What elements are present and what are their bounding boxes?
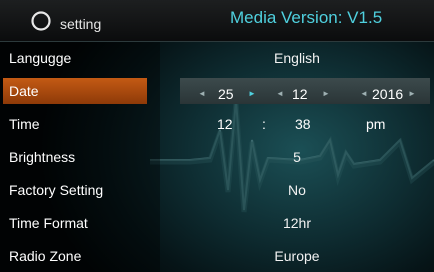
date-label: Date [9, 83, 39, 99]
settings-ring-icon [31, 11, 51, 31]
settings-screen: setting Media Version: V1.5 Langugge Eng… [0, 0, 434, 272]
month-right-arrow-icon[interactable]: ► [322, 89, 330, 98]
row-language[interactable]: Langugge English [0, 42, 434, 75]
row-time[interactable]: Time 12 : 38 pm [0, 108, 434, 141]
year-left-arrow-icon[interactable]: ◄ [360, 89, 368, 98]
time-label: Time [9, 116, 40, 132]
date-year[interactable]: 2016 [372, 86, 403, 102]
date-month[interactable]: 12 [292, 86, 308, 102]
time-hour[interactable]: 12 [217, 116, 233, 132]
row-radio-zone[interactable]: Radio Zone Europe [0, 240, 434, 272]
language-label: Langugge [9, 50, 72, 66]
time-format-value[interactable]: 12hr [160, 215, 434, 231]
row-time-format[interactable]: Time Format 12hr [0, 207, 434, 240]
factory-setting-label: Factory Setting [9, 182, 104, 198]
row-factory-setting[interactable]: Factory Setting No [0, 174, 434, 207]
row-date[interactable]: Date ◄ 25 ► ◄ 12 ► ◄ 2016 ► [0, 75, 434, 108]
radio-zone-label: Radio Zone [9, 248, 82, 264]
radio-zone-value[interactable]: Europe [160, 248, 434, 264]
header-bar: setting Media Version: V1.5 [0, 0, 434, 42]
row-brightness[interactable]: Brightness 5 [0, 141, 434, 174]
time-separator: : [262, 116, 266, 132]
media-version: Media Version: V1.5 [230, 8, 383, 27]
day-left-arrow-icon[interactable]: ◄ [198, 89, 206, 98]
language-value[interactable]: English [160, 50, 434, 66]
brightness-label: Brightness [9, 149, 76, 165]
year-right-arrow-icon[interactable]: ► [408, 89, 416, 98]
date-editor[interactable]: ◄ 25 ► ◄ 12 ► ◄ 2016 ► [180, 78, 430, 104]
day-right-arrow-icon[interactable]: ► [248, 89, 256, 98]
page-title: setting [60, 16, 102, 32]
factory-setting-value[interactable]: No [160, 182, 434, 198]
time-ampm[interactable]: pm [366, 116, 385, 132]
time-format-label: Time Format [9, 215, 88, 231]
date-day[interactable]: 25 [218, 86, 234, 102]
month-left-arrow-icon[interactable]: ◄ [276, 89, 284, 98]
time-minute[interactable]: 38 [295, 116, 311, 132]
brightness-value[interactable]: 5 [160, 149, 434, 165]
